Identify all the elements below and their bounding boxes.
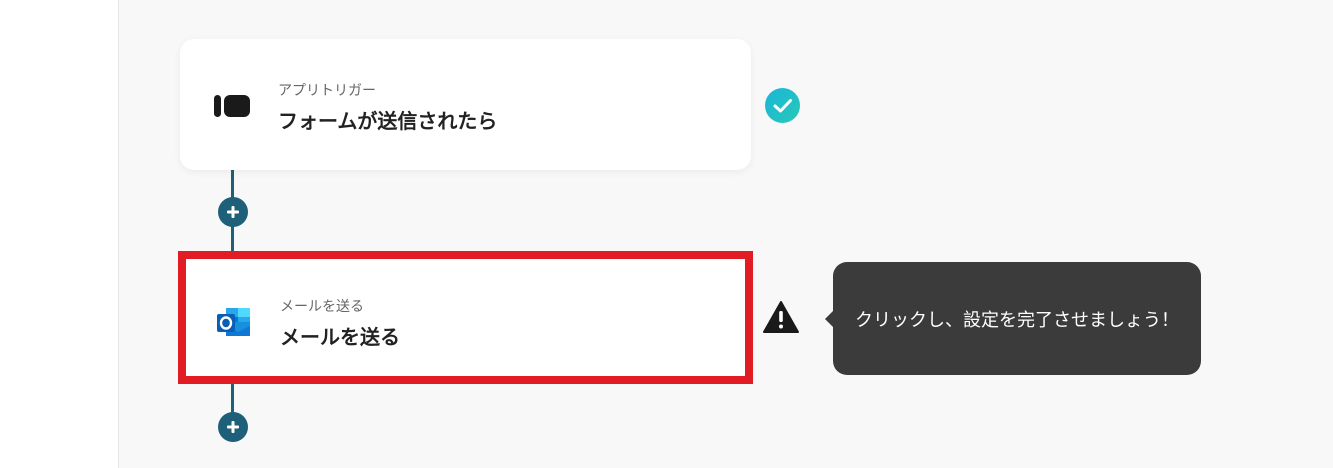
left-panel <box>0 0 118 468</box>
tooltip-text: クリックし、設定を完了させましょう！ <box>855 309 1179 331</box>
trigger-step-label: アプリトリガー <box>278 83 376 99</box>
add-step-button-bottom[interactable] <box>218 412 248 442</box>
action-step-label: メールを送る <box>280 299 364 315</box>
add-step-button[interactable] <box>218 197 248 227</box>
action-step-title: メールを送る <box>280 325 400 349</box>
plus-icon <box>227 421 239 433</box>
setup-tooltip: クリックし、設定を完了させましょう！ <box>833 262 1201 375</box>
warning-icon <box>762 300 800 334</box>
trigger-step-title: フォームが送信されたら <box>278 109 498 133</box>
check-circle-icon <box>765 88 800 123</box>
action-step-card[interactable]: メールを送る メールを送る <box>178 251 753 384</box>
outlook-icon <box>214 302 254 342</box>
trigger-step-card[interactable]: アプリトリガー フォームが送信されたら <box>180 39 751 170</box>
connector-line-bottom <box>231 384 234 414</box>
form-app-icon <box>212 86 252 126</box>
plus-icon <box>227 206 239 218</box>
